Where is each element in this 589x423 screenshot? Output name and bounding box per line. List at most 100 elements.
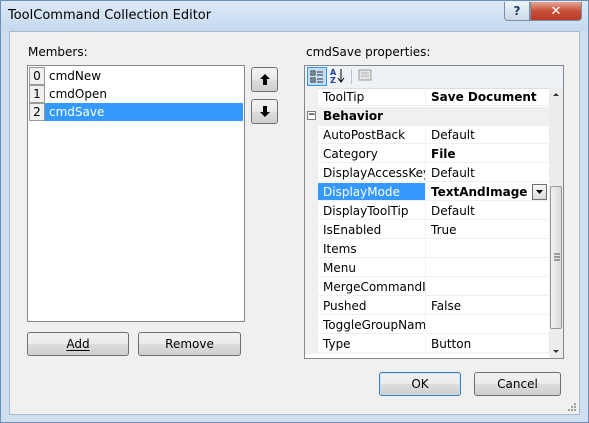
row-gutter xyxy=(305,202,318,221)
remove-button[interactable]: Remove xyxy=(138,332,241,356)
property-name: AutoPostBack xyxy=(318,126,426,144)
property-name: Items xyxy=(318,240,426,258)
property-value: TextAndImage xyxy=(431,185,528,199)
property-value[interactable]: True xyxy=(426,221,549,239)
property-value[interactable] xyxy=(426,278,549,296)
categorized-icon xyxy=(310,70,323,83)
property-row-togglegroupname[interactable]: ToggleGroupName xyxy=(305,316,549,335)
remove-button-label: Remove xyxy=(165,337,214,351)
arrow-down-icon xyxy=(260,106,270,117)
property-pages-button[interactable] xyxy=(356,67,376,86)
close-button[interactable]: ✕ xyxy=(530,2,582,21)
property-value[interactable]: Default xyxy=(426,126,549,144)
dialog-window: ToolCommand Collection Editor ? ✕ Member… xyxy=(0,0,589,423)
property-name: MergeCommandID xyxy=(318,278,426,296)
property-value[interactable]: False xyxy=(426,297,549,315)
property-row-isenabled[interactable]: IsEnabled True xyxy=(305,221,549,240)
move-up-button[interactable] xyxy=(251,67,278,92)
row-gutter xyxy=(305,278,318,297)
list-item-name: cmdOpen xyxy=(49,87,107,101)
category-label: Behavior xyxy=(323,109,384,123)
members-list[interactable]: 0 cmdNew 1 cmdOpen 2 cmdSave xyxy=(27,65,245,322)
dropdown-button[interactable] xyxy=(532,184,547,200)
row-gutter xyxy=(305,126,318,145)
property-row-displaymode[interactable]: DisplayMode TextAndImage xyxy=(305,183,549,202)
help-button[interactable]: ? xyxy=(504,2,530,21)
row-gutter xyxy=(305,183,318,202)
property-value[interactable] xyxy=(426,259,549,277)
row-gutter xyxy=(305,259,318,278)
list-item-name: cmdNew xyxy=(49,69,102,83)
property-name: Pushed xyxy=(318,297,426,315)
add-button[interactable]: Add xyxy=(27,332,129,356)
list-item[interactable]: 1 cmdOpen xyxy=(29,85,243,103)
arrow-up-icon xyxy=(260,74,270,85)
row-gutter xyxy=(305,335,318,354)
window-title: ToolCommand Collection Editor xyxy=(8,8,212,23)
scroll-down-icon[interactable] xyxy=(549,347,563,357)
category-behavior[interactable]: − Behavior xyxy=(305,107,549,126)
row-gutter xyxy=(305,145,318,164)
property-row-items[interactable]: Items xyxy=(305,240,549,259)
property-name: DisplayMode xyxy=(318,183,426,201)
property-row-displaytooltip[interactable]: DisplayToolTip Default xyxy=(305,202,549,221)
list-item-name: cmdSave xyxy=(49,105,105,119)
property-grid-toolbar: A Z xyxy=(305,66,563,89)
add-button-label: Add xyxy=(66,337,90,351)
row-gutter xyxy=(305,88,318,107)
property-row-type[interactable]: Type Button xyxy=(305,335,549,354)
property-name: ToggleGroupName xyxy=(318,316,426,334)
row-gutter xyxy=(305,240,318,259)
row-gutter xyxy=(305,164,318,183)
resize-grip-icon[interactable] xyxy=(567,402,577,412)
property-name: DisplayAccessKeyO xyxy=(318,164,426,182)
property-row-menu[interactable]: Menu xyxy=(305,259,549,278)
cancel-button[interactable]: Cancel xyxy=(474,372,561,396)
list-item-selected[interactable]: 2 cmdSave xyxy=(29,103,243,121)
property-value[interactable]: Default xyxy=(426,202,549,220)
collapse-icon[interactable]: − xyxy=(307,111,316,120)
property-name: Menu xyxy=(318,259,426,277)
property-pages-icon xyxy=(358,69,372,81)
property-name: Type xyxy=(318,335,426,353)
sort-alphabetical-icon: A Z xyxy=(330,68,345,85)
property-row-pushed[interactable]: Pushed False xyxy=(305,297,549,316)
property-value[interactable]: File xyxy=(426,145,549,163)
toolbar-separator xyxy=(351,69,352,84)
properties-label: cmdSave properties: xyxy=(306,45,431,59)
members-label: Members: xyxy=(28,45,88,59)
property-value[interactable] xyxy=(426,240,549,258)
list-item-index: 2 xyxy=(29,103,45,121)
move-down-button[interactable] xyxy=(251,99,278,124)
property-grid[interactable]: A Z ToolTip Save Document − Behavior Aut… xyxy=(304,65,564,359)
chevron-down-icon xyxy=(536,190,543,194)
ok-button-label: OK xyxy=(411,377,429,391)
svg-text:Z: Z xyxy=(330,76,336,84)
property-name: DisplayToolTip xyxy=(318,202,426,220)
alphabetical-view-button[interactable]: A Z xyxy=(328,67,348,86)
property-value[interactable] xyxy=(426,316,549,334)
list-item-index: 0 xyxy=(29,67,45,85)
property-row-displayaccesskey[interactable]: DisplayAccessKeyO Default xyxy=(305,164,549,183)
scrollbar-thumb[interactable] xyxy=(550,186,562,329)
property-value[interactable]: Button xyxy=(426,335,549,353)
list-item-index: 1 xyxy=(29,85,45,103)
row-gutter xyxy=(305,297,318,316)
ok-button[interactable]: OK xyxy=(379,372,461,396)
vertical-scrollbar[interactable] xyxy=(549,88,563,358)
property-value[interactable]: Default xyxy=(426,164,549,182)
dialog-client-area: Members: 0 cmdNew 1 cmdOpen 2 cmdSave Ad… xyxy=(9,31,580,415)
property-value-editor[interactable]: TextAndImage xyxy=(426,183,549,201)
property-value[interactable]: Save Document xyxy=(426,88,549,106)
property-name: ToolTip xyxy=(318,88,426,106)
list-item[interactable]: 0 cmdNew xyxy=(29,67,243,85)
title-bar[interactable]: ToolCommand Collection Editor ? ✕ xyxy=(1,1,588,31)
property-row-category[interactable]: Category File xyxy=(305,145,549,164)
property-row-mergecommandid[interactable]: MergeCommandID xyxy=(305,278,549,297)
property-row-tooltip[interactable]: ToolTip Save Document xyxy=(305,88,549,107)
categorized-view-button[interactable] xyxy=(307,67,327,86)
property-name: Category xyxy=(318,145,426,163)
grip-icon xyxy=(554,253,560,261)
property-row-autopostback[interactable]: AutoPostBack Default xyxy=(305,126,549,145)
scroll-up-icon[interactable] xyxy=(549,89,563,99)
